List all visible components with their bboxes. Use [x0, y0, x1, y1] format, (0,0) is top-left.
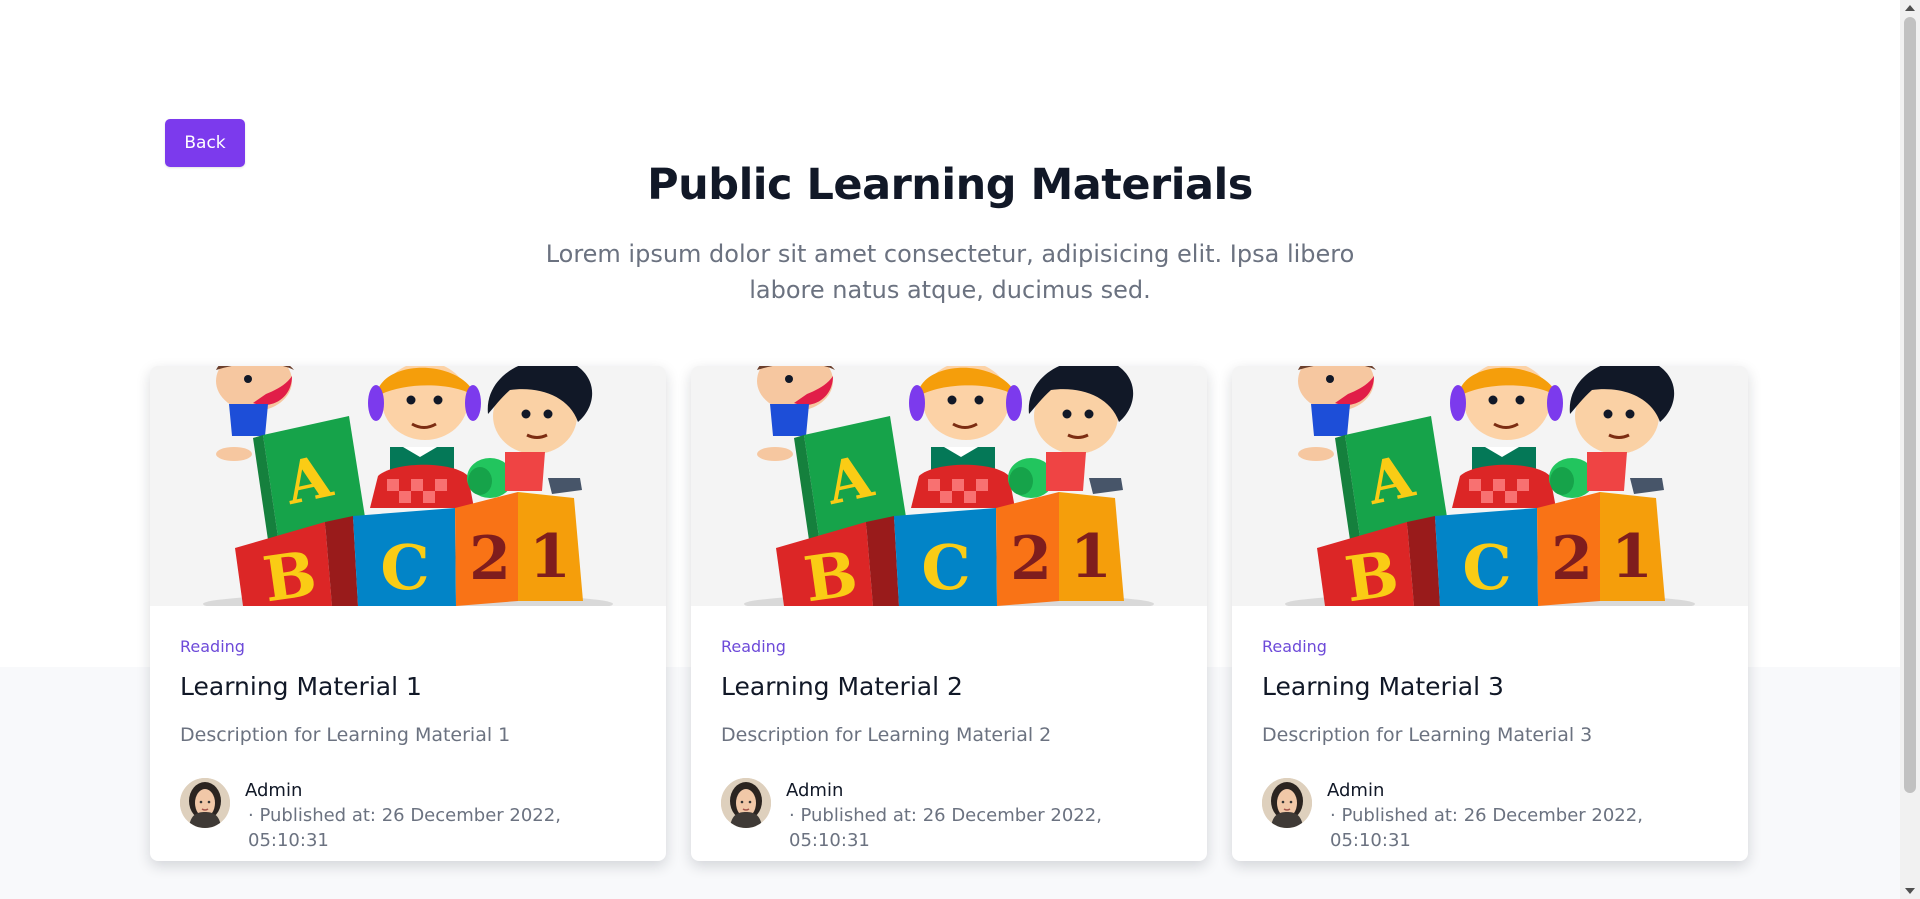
author-info: Admin · Published at: 26 December 2022, … — [1327, 778, 1718, 853]
block-1: 1 — [518, 492, 583, 601]
card-description: Description for Learning Material 3 — [1262, 724, 1593, 746]
admin-avatar-icon — [1262, 778, 1312, 828]
svg-text:2: 2 — [1010, 524, 1052, 594]
chevron-up-icon[interactable] — [1905, 5, 1915, 11]
vertical-scrollbar[interactable] — [1900, 0, 1920, 899]
admin-avatar-icon — [721, 778, 771, 828]
card-body: Reading Learning Material 3 Description … — [1232, 606, 1748, 853]
svg-text:C: C — [380, 531, 429, 604]
published-date: · Published at: 26 December 2022, 05:10:… — [248, 805, 561, 851]
author-name: Admin — [1327, 780, 1385, 801]
cards-grid: A B C 2 1 Reading Learning Material 1 De… — [150, 366, 1750, 861]
card-description: Description for Learning Material 2 — [721, 724, 1052, 746]
svg-text:B: B — [1341, 537, 1403, 606]
page-subtitle: Lorem ipsum dolor sit amet consectetur, … — [545, 240, 1355, 304]
svg-text:1: 1 — [1611, 522, 1653, 592]
card-category[interactable]: Reading — [180, 637, 636, 656]
card-image: A B C 2 1 — [150, 366, 666, 606]
svg-text:1: 1 — [1070, 522, 1112, 592]
author-name: Admin — [786, 780, 844, 801]
children-blocks-illustration: A B C 2 1 — [150, 366, 666, 606]
author-info: Admin · Published at: 26 December 2022, … — [786, 778, 1177, 853]
card-body: Reading Learning Material 1 Description … — [150, 606, 666, 853]
admin-avatar-icon — [180, 778, 230, 828]
block-2: 2 — [1537, 492, 1600, 606]
card-title[interactable]: Learning Material 3 — [1262, 672, 1718, 701]
svg-text:2: 2 — [469, 524, 511, 594]
chevron-down-icon[interactable] — [1905, 888, 1915, 894]
card-body: Reading Learning Material 2 Description … — [691, 606, 1207, 853]
scrollbar-thumb[interactable] — [1904, 17, 1916, 793]
learning-material-card[interactable]: A B C 2 — [691, 366, 1207, 861]
published-date: · Published at: 26 December 2022, 05:10:… — [789, 805, 1102, 851]
svg-text:C: C — [1462, 531, 1511, 604]
learning-material-card[interactable]: A B C 2 — [1232, 366, 1748, 861]
block-1: 1 — [1059, 492, 1124, 601]
children-blocks-illustration: A B C 2 1 — [1232, 366, 1748, 606]
page-title: Public Learning Materials — [647, 160, 1253, 210]
block-c: C — [894, 508, 997, 606]
card-description: Description for Learning Material 1 — [180, 724, 511, 746]
page: Back Public Learning Materials Lorem ips… — [0, 0, 1900, 899]
svg-text:C: C — [921, 531, 970, 604]
card-title[interactable]: Learning Material 1 — [180, 672, 636, 701]
author-name: Admin — [245, 780, 303, 801]
card-image: A B C 2 1 — [1232, 366, 1748, 606]
svg-text:1: 1 — [529, 522, 571, 592]
block-2: 2 — [455, 492, 518, 606]
block-2: 2 — [996, 492, 1059, 606]
children-blocks-illustration: A B C 2 1 — [691, 366, 1207, 606]
card-author: Admin · Published at: 26 December 2022, … — [721, 778, 1177, 853]
published-date: · Published at: 26 December 2022, 05:10:… — [1330, 805, 1643, 851]
author-info: Admin · Published at: 26 December 2022, … — [245, 778, 636, 853]
block-1: 1 — [1600, 492, 1665, 601]
card-author: Admin · Published at: 26 December 2022, … — [180, 778, 636, 853]
svg-text:B: B — [259, 537, 321, 606]
card-author: Admin · Published at: 26 December 2022, … — [1262, 778, 1718, 853]
card-category[interactable]: Reading — [1262, 637, 1718, 656]
svg-text:2: 2 — [1551, 524, 1593, 594]
card-title[interactable]: Learning Material 2 — [721, 672, 1177, 701]
block-c: C — [353, 508, 456, 606]
learning-material-card[interactable]: A B C 2 — [150, 366, 666, 861]
card-category[interactable]: Reading — [721, 637, 1177, 656]
card-image: A B C 2 1 — [691, 366, 1207, 606]
block-c: C — [1435, 508, 1538, 606]
svg-text:B: B — [800, 537, 862, 606]
